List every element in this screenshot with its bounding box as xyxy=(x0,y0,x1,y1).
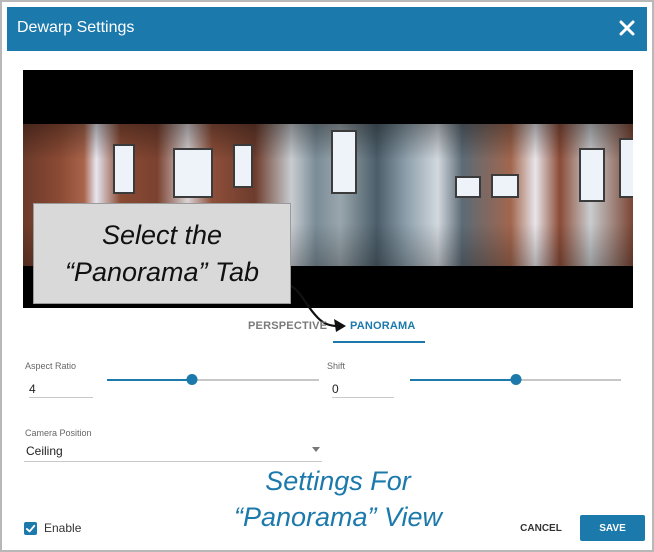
dialog-header: Dewarp Settings xyxy=(7,7,647,51)
aspect-ratio-slider-handle[interactable] xyxy=(186,374,198,385)
active-tab-indicator xyxy=(333,341,425,343)
aspect-ratio-input[interactable] xyxy=(29,380,93,398)
camera-position-value: Ceiling xyxy=(26,444,63,458)
aspect-ratio-slider[interactable] xyxy=(107,372,319,388)
callout-line-2: “Panorama” Tab xyxy=(64,256,260,287)
check-icon xyxy=(25,524,36,532)
settings-note: Settings For “Panorama” View xyxy=(200,463,476,536)
shift-slider[interactable] xyxy=(410,372,621,388)
chevron-down-icon xyxy=(312,447,320,452)
dialog-title: Dewarp Settings xyxy=(17,19,135,36)
close-icon xyxy=(619,20,635,36)
dewarp-tabs: PERSPECTIVE PANORAMA xyxy=(235,312,425,344)
aspect-ratio-label: Aspect Ratio xyxy=(25,361,77,371)
enable-checkbox[interactable]: Enable xyxy=(24,520,81,536)
camera-position-label: Camera Position xyxy=(25,428,92,438)
camera-position-select[interactable]: Ceiling xyxy=(24,441,322,462)
shift-slider-handle[interactable] xyxy=(510,374,521,385)
save-button[interactable]: SAVE xyxy=(580,515,645,541)
note-line-1: Settings For xyxy=(265,466,411,496)
shift-input[interactable] xyxy=(332,380,394,398)
checkbox-box[interactable] xyxy=(24,521,37,535)
shift-slider-fill xyxy=(410,379,516,381)
close-button[interactable] xyxy=(615,16,639,40)
cancel-button[interactable]: CANCEL xyxy=(512,516,570,540)
aspect-ratio-slider-fill xyxy=(107,379,192,381)
note-line-2: “Panorama” View xyxy=(233,502,443,533)
instruction-callout: Select the “Panorama” Tab xyxy=(33,203,291,304)
callout-line-1: Select the xyxy=(101,220,223,251)
shift-label: Shift xyxy=(327,361,346,371)
tab-panorama[interactable]: PANORAMA xyxy=(350,320,416,332)
tab-perspective[interactable]: PERSPECTIVE xyxy=(248,320,327,332)
enable-label: Enable xyxy=(44,521,82,535)
